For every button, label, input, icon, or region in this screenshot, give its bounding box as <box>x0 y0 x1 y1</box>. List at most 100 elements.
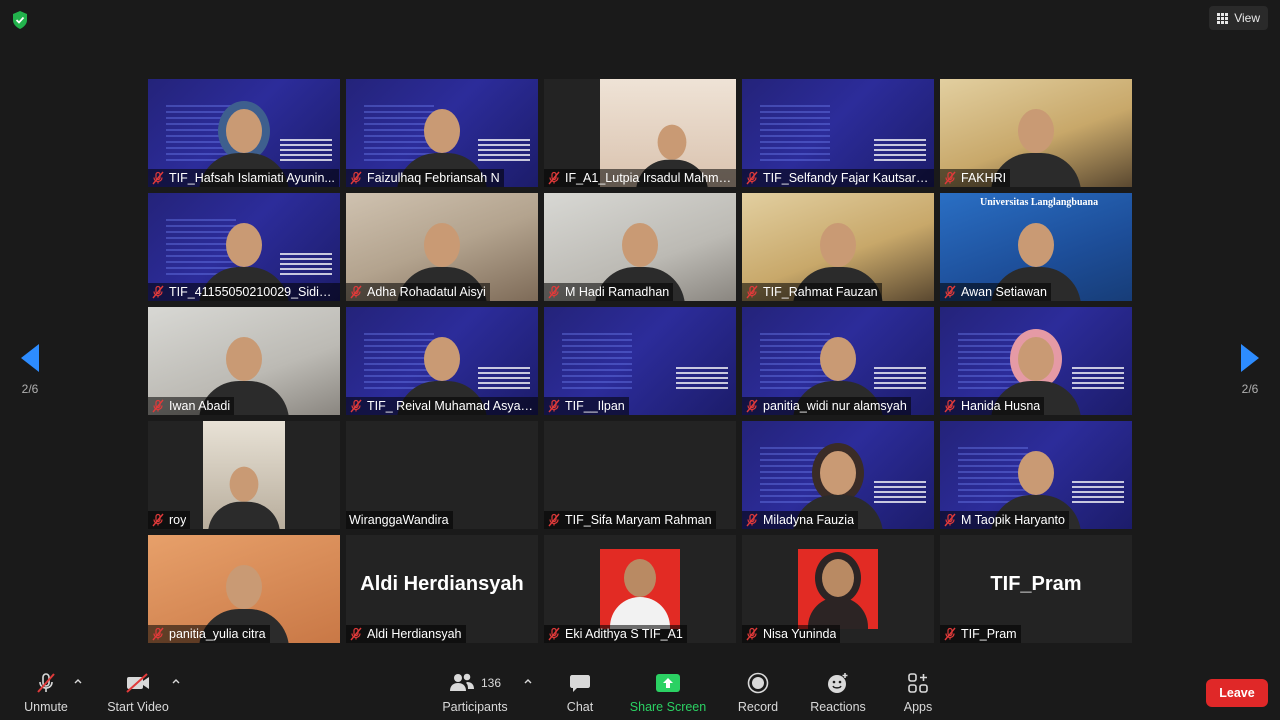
previous-page-button[interactable]: 2/6 <box>10 344 50 396</box>
meeting-toolbar: Unmute Start Video 136 Participants Chat… <box>0 664 1280 720</box>
record-button[interactable]: Record <box>734 670 782 716</box>
share-screen-button[interactable]: Share Screen <box>628 670 708 716</box>
participant-name-label: TIF__Ilpan <box>544 397 629 415</box>
participants-options-caret-icon[interactable] <box>522 674 534 686</box>
arrow-left-icon <box>21 344 39 372</box>
microphone-muted-icon <box>151 171 165 185</box>
microphone-muted-icon <box>151 399 165 413</box>
participant-name: FAKHRI <box>961 171 1007 185</box>
page-indicator-left: 2/6 <box>21 382 39 396</box>
participant-name-label: Nisa Yuninda <box>742 625 841 643</box>
participant-name-label: TIF_ Reival Muhamad Asyari ... <box>346 397 538 415</box>
microphone-muted-icon <box>16 670 76 696</box>
participant-name: Miladyna Fauzia <box>763 513 855 527</box>
participant-name: Nisa Yuninda <box>763 627 837 641</box>
audio-options-caret-icon[interactable] <box>72 674 84 686</box>
participant-tile[interactable]: Faizulhaq Febriansah N <box>346 79 538 187</box>
participant-name: WiranggaWandira <box>349 513 449 527</box>
participant-tile[interactable]: Hanida Husna <box>940 307 1132 415</box>
participant-name: IF_A1_Lutpia Irsadul Mahmud <box>565 171 732 185</box>
microphone-muted-icon <box>745 171 759 185</box>
participant-tile[interactable]: Eki Adithya S TIF_A1 <box>544 535 736 643</box>
participant-tile[interactable]: TIF_41155050210029_Sidik P... <box>148 193 340 301</box>
shield-icon[interactable] <box>10 10 30 30</box>
participant-tile[interactable]: FAKHRI <box>940 79 1132 187</box>
share-screen-label: Share Screen <box>629 700 707 714</box>
participant-tile[interactable]: TIF_Sifa Maryam Rahman <box>544 421 736 529</box>
chat-button[interactable]: Chat <box>556 670 604 716</box>
participant-name: TIF_Sifa Maryam Rahman <box>565 513 712 527</box>
participant-name: panitia_yulia citra <box>169 627 266 641</box>
participant-name: TIF_41155050210029_Sidik P... <box>169 285 336 299</box>
participant-name-label: panitia_yulia citra <box>148 625 270 643</box>
participant-tile[interactable]: Nisa Yuninda <box>742 535 934 643</box>
participant-tile[interactable]: TIF_ Reival Muhamad Asyari ... <box>346 307 538 415</box>
microphone-muted-icon <box>943 171 957 185</box>
microphone-muted-icon <box>151 627 165 641</box>
participant-name: Iwan Abadi <box>169 399 231 413</box>
participant-name: TIF_Rahmat Fauzan <box>763 285 878 299</box>
video-gallery: TIF_Hafsah Islamiati Ayunin... Faizulhaq … <box>148 79 1132 643</box>
reactions-icon <box>806 670 870 696</box>
participant-tile[interactable]: TIF__Ilpan <box>544 307 736 415</box>
participant-name: panitia_widi nur alamsyah <box>763 399 907 413</box>
apps-label: Apps <box>903 700 933 714</box>
record-icon <box>734 670 782 696</box>
participant-name-label: Hanida Husna <box>940 397 1045 415</box>
participant-name-label: TIF_Selfandy Fajar Kautsara ... <box>742 169 934 187</box>
reactions-label: Reactions <box>810 700 866 714</box>
participant-tile[interactable]: TIF_Rahmat Fauzan <box>742 193 934 301</box>
participant-name-label: Iwan Abadi <box>148 397 235 415</box>
participant-tile[interactable]: Adha Rohadatul Aisyi <box>346 193 538 301</box>
participant-video-person <box>208 460 280 529</box>
participant-name: TIF__Ilpan <box>565 399 625 413</box>
participant-name-label: Awan Setiawan <box>940 283 1051 301</box>
participant-tile[interactable]: M Hadi Ramadhan <box>544 193 736 301</box>
view-button[interactable]: View <box>1209 6 1268 30</box>
microphone-muted-icon <box>349 627 363 641</box>
participant-name-label: Miladyna Fauzia <box>742 511 859 529</box>
participant-tile[interactable]: roy <box>148 421 340 529</box>
participant-name-label: roy <box>148 511 191 529</box>
participant-tile[interactable]: panitia_widi nur alamsyah <box>742 307 934 415</box>
apps-button[interactable]: Apps <box>894 670 942 716</box>
microphone-muted-icon <box>151 285 165 299</box>
microphone-muted-icon <box>745 399 759 413</box>
participants-label: Participants <box>442 700 508 714</box>
participant-name: TIF_Pram <box>961 627 1017 641</box>
camera-off-icon <box>104 670 172 696</box>
microphone-muted-icon <box>547 285 561 299</box>
participant-tile[interactable]: Universitas Langlangbuana Awan Setiawan <box>940 193 1132 301</box>
participant-tile[interactable]: TIF_Pram TIF_Pram <box>940 535 1132 643</box>
participant-tile[interactable]: M Taopik Haryanto <box>940 421 1132 529</box>
participant-name: Awan Setiawan <box>961 285 1047 299</box>
participant-tile[interactable]: panitia_yulia citra <box>148 535 340 643</box>
participants-count: 136 <box>480 676 502 690</box>
participant-tile[interactable]: TIF_Selfandy Fajar Kautsara ... <box>742 79 934 187</box>
leave-button[interactable]: Leave <box>1206 679 1268 707</box>
participant-tile[interactable]: Iwan Abadi <box>148 307 340 415</box>
microphone-muted-icon <box>349 171 363 185</box>
participant-tile[interactable]: Aldi Herdiansyah Aldi Herdiansyah <box>346 535 538 643</box>
next-page-button[interactable]: 2/6 <box>1230 344 1270 396</box>
microphone-muted-icon <box>943 513 957 527</box>
participant-tile[interactable]: TIF_Hafsah Islamiati Ayunin... <box>148 79 340 187</box>
participant-name: M Taopik Haryanto <box>961 513 1065 527</box>
microphone-muted-icon <box>745 627 759 641</box>
unmute-label: Unmute <box>24 700 68 714</box>
apps-icon <box>894 670 942 696</box>
unmute-button[interactable]: Unmute <box>16 670 76 716</box>
start-video-button[interactable]: Start Video <box>104 670 172 716</box>
chat-icon <box>556 670 604 696</box>
microphone-muted-icon <box>547 399 561 413</box>
participant-display-name: Aldi Herdiansyah <box>360 573 524 595</box>
participants-button[interactable]: 136 Participants <box>440 670 510 716</box>
video-options-caret-icon[interactable] <box>170 674 182 686</box>
participant-tile[interactable]: WiranggaWandira <box>346 421 538 529</box>
reactions-button[interactable]: Reactions <box>806 670 870 716</box>
participant-tile[interactable]: IF_A1_Lutpia Irsadul Mahmud <box>544 79 736 187</box>
microphone-muted-icon <box>349 399 363 413</box>
participant-name-label: TIF_41155050210029_Sidik P... <box>148 283 340 301</box>
participant-name-label: IF_A1_Lutpia Irsadul Mahmud <box>544 169 736 187</box>
participant-tile[interactable]: Miladyna Fauzia <box>742 421 934 529</box>
